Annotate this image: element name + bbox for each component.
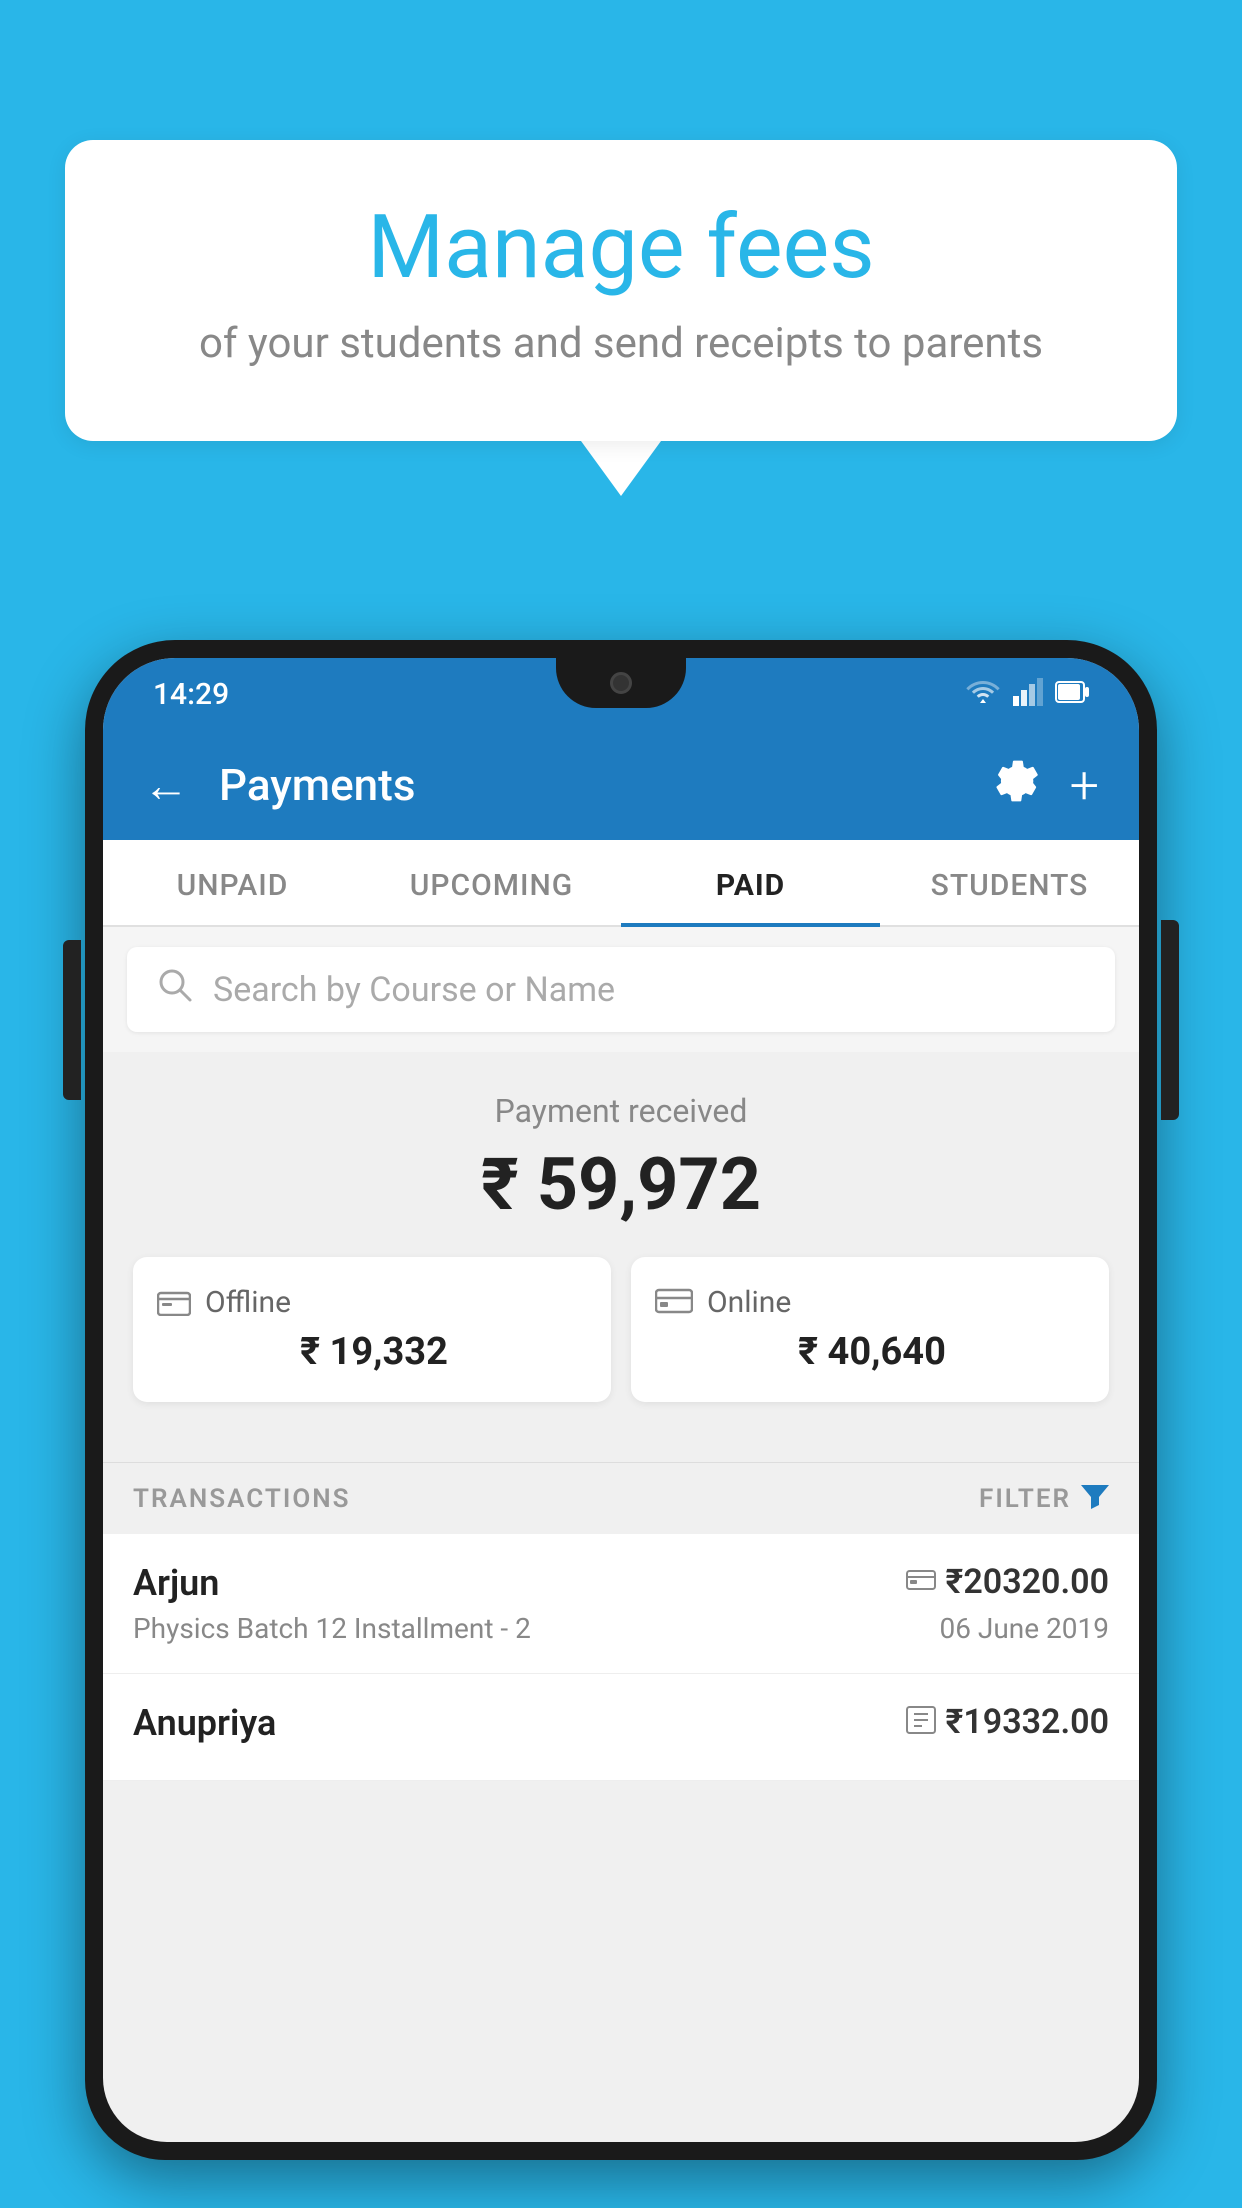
transaction-name: Anupriya <box>133 1702 276 1744</box>
payment-cards: Offline ₹ 19,332 <box>133 1257 1109 1432</box>
offline-icon <box>157 1286 191 1320</box>
transaction-row-top: Arjun ₹20320.00 <box>133 1562 1109 1604</box>
tab-paid[interactable]: PAID <box>621 840 880 925</box>
plus-button[interactable]: + <box>1070 755 1099 816</box>
transaction-amount-container: ₹20320.00 <box>906 1562 1109 1602</box>
status-time: 14:29 <box>153 677 229 712</box>
transactions-label: TRANSACTIONS <box>133 1484 351 1514</box>
online-amount: ₹ 40,640 <box>655 1330 1085 1374</box>
transaction-list: Arjun ₹20320.00 <box>103 1534 1139 1781</box>
transaction-amount: ₹20320.00 <box>946 1562 1109 1602</box>
status-bar: 14:29 <box>103 658 1139 730</box>
transaction-amount: ₹19332.00 <box>946 1702 1109 1742</box>
gear-button[interactable] <box>992 756 1040 815</box>
online-icon <box>655 1287 693 1319</box>
tabs: UNPAID UPCOMING PAID STUDENTS <box>103 840 1139 927</box>
online-card: Online ₹ 40,640 <box>631 1257 1109 1402</box>
tab-students[interactable]: STUDENTS <box>880 840 1139 925</box>
phone-wrapper: 14:29 <box>85 640 1157 2208</box>
table-row[interactable]: Arjun ₹20320.00 <box>103 1534 1139 1674</box>
offline-card-header: Offline <box>157 1285 587 1320</box>
back-button[interactable]: ← <box>143 758 189 813</box>
transaction-row-top: Anupriya ₹193 <box>133 1702 1109 1744</box>
phone-outer: 14:29 <box>85 640 1157 2160</box>
transaction-name: Arjun <box>133 1562 219 1604</box>
tab-unpaid[interactable]: UNPAID <box>103 840 362 925</box>
transaction-date: 06 June 2019 <box>939 1612 1109 1645</box>
search-container: Search by Course or Name <box>103 927 1139 1052</box>
signal-icon <box>1013 678 1043 710</box>
speech-bubble-container: Manage fees of your students and send re… <box>65 140 1177 496</box>
transactions-header: TRANSACTIONS FILTER <box>103 1462 1139 1534</box>
battery-icon <box>1055 681 1089 707</box>
transaction-payment-icon <box>906 1568 936 1596</box>
app-title: Payments <box>219 759 962 811</box>
speech-bubble-tail <box>581 441 661 496</box>
transaction-course: Physics Batch 12 Installment - 2 <box>133 1612 531 1645</box>
transaction-amount-container: ₹19332.00 <box>906 1702 1109 1742</box>
online-card-header: Online <box>655 1285 1085 1320</box>
speech-bubble-title: Manage fees <box>145 200 1097 297</box>
online-label: Online <box>707 1285 791 1320</box>
payment-received-amount: ₹ 59,972 <box>133 1142 1109 1227</box>
speech-bubble: Manage fees of your students and send re… <box>65 140 1177 441</box>
offline-label: Offline <box>205 1285 291 1320</box>
tab-upcoming[interactable]: UPCOMING <box>362 840 621 925</box>
payment-received-section: Payment received ₹ 59,972 <box>103 1052 1139 1462</box>
phone-screen: 14:29 <box>103 658 1139 2142</box>
filter-container[interactable]: FILTER <box>979 1481 1109 1516</box>
app-bar: ← Payments + <box>103 730 1139 840</box>
offline-amount: ₹ 19,332 <box>157 1330 587 1374</box>
search-placeholder: Search by Course or Name <box>213 970 615 1010</box>
status-icons <box>965 677 1089 712</box>
search-icon <box>157 967 193 1012</box>
payment-received-label: Payment received <box>133 1092 1109 1130</box>
offline-card: Offline ₹ 19,332 <box>133 1257 611 1402</box>
transaction-row-bottom: Physics Batch 12 Installment - 2 06 June… <box>133 1612 1109 1645</box>
speech-bubble-subtitle: of your students and send receipts to pa… <box>145 317 1097 372</box>
filter-icon <box>1081 1481 1109 1516</box>
search-bar[interactable]: Search by Course or Name <box>127 947 1115 1032</box>
transaction-payment-icon <box>906 1706 936 1738</box>
camera-dot <box>610 672 632 694</box>
notch <box>556 658 686 708</box>
table-row[interactable]: Anupriya ₹193 <box>103 1674 1139 1781</box>
wifi-icon <box>965 677 1001 712</box>
filter-label: FILTER <box>979 1484 1071 1514</box>
